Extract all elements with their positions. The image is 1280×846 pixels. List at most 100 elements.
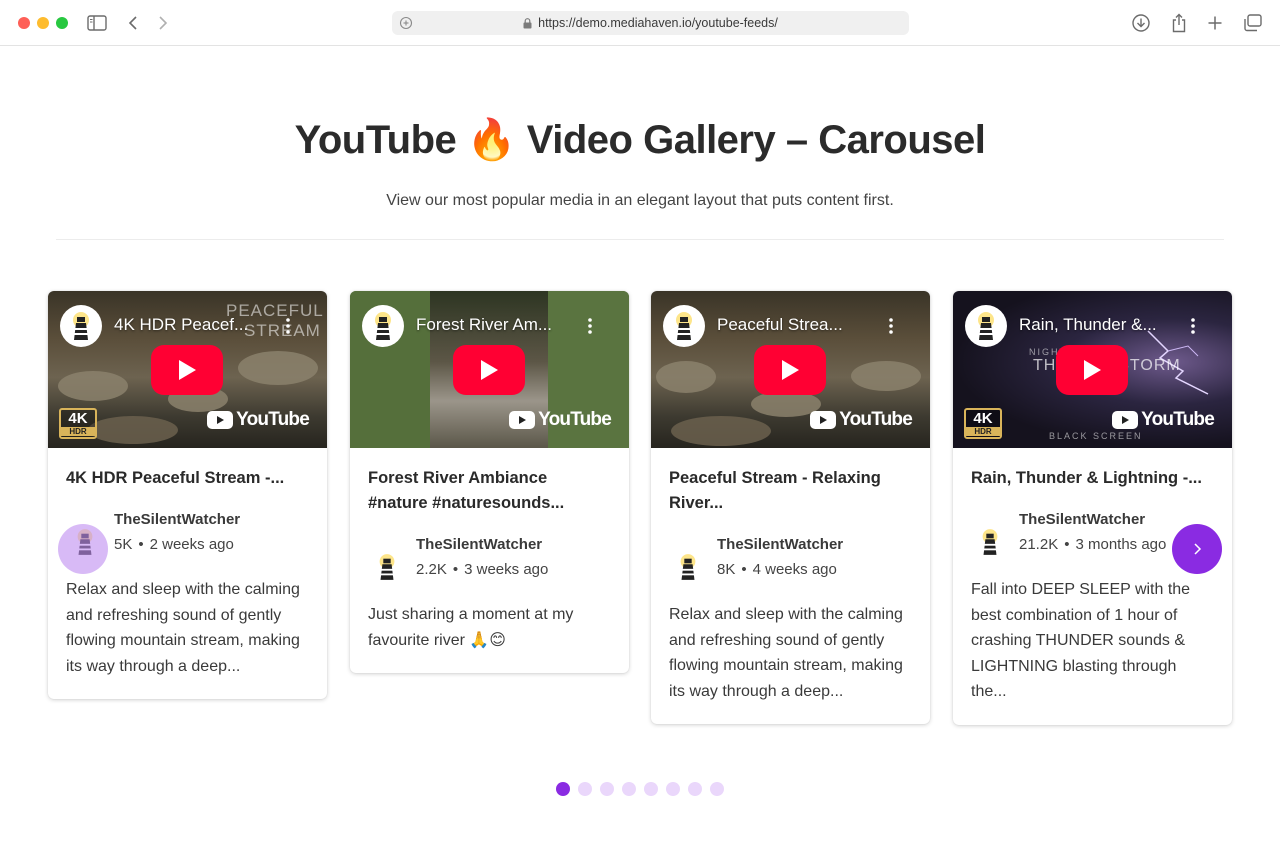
video-description: Relax and sleep with the calming and ref… (669, 606, 903, 700)
video-description: Relax and sleep with the calming and ref… (66, 581, 300, 675)
video-thumbnail[interactable]: NIGHTTIME THUNDERSTORM BLACK SCREEN Rain… (953, 291, 1232, 448)
thumbnail-title: 4K HDR Peacef... (114, 315, 249, 334)
view-count: 5K (114, 536, 133, 553)
back-icon[interactable] (122, 12, 144, 34)
youtube-play-icon (207, 411, 234, 429)
thumbnail-title: Forest River Am... (416, 315, 553, 334)
more-options-icon[interactable] (279, 315, 297, 337)
play-icon (179, 360, 196, 380)
video-thumbnail[interactable]: Forest River Am... YouTube (350, 291, 629, 448)
thumbnail-title: Rain, Thunder &... (1019, 315, 1157, 334)
video-description: Just sharing a moment at my favourite ri… (368, 606, 574, 649)
video-card[interactable]: Forest River Am... YouTube Forest River … (350, 291, 629, 673)
4k-hdr-badge: 4K HDR (59, 408, 97, 439)
pagination-dot[interactable] (600, 782, 614, 796)
lighthouse-icon (982, 529, 998, 555)
pagination-dot[interactable] (622, 782, 636, 796)
youtube-play-icon (810, 411, 837, 429)
close-window-button[interactable] (18, 17, 30, 29)
play-icon (481, 360, 498, 380)
youtube-play-icon (1112, 411, 1139, 429)
channel-name[interactable]: TheSilentWatcher (717, 536, 843, 553)
previous-slide-button[interactable] (58, 524, 108, 574)
share-icon[interactable] (1168, 12, 1190, 34)
pagination-dot[interactable] (578, 782, 592, 796)
download-icon[interactable] (1130, 12, 1152, 34)
lighthouse-icon (73, 312, 89, 340)
play-icon (1084, 360, 1101, 380)
youtube-logo[interactable]: YouTube (1112, 409, 1215, 431)
channel-avatar[interactable] (368, 548, 406, 586)
more-options-icon[interactable] (882, 315, 900, 337)
channel-avatar (965, 305, 1007, 347)
youtube-logo[interactable]: YouTube (509, 409, 612, 431)
lighthouse-icon (375, 312, 391, 340)
video-meta: 8K • 4 weeks ago (717, 561, 837, 578)
channel-name[interactable]: TheSilentWatcher (1019, 511, 1145, 528)
address-bar[interactable]: https://demo.mediahaven.io/youtube-feeds… (392, 11, 909, 35)
zoom-window-button[interactable] (56, 17, 68, 29)
channel-name[interactable]: TheSilentWatcher (114, 511, 240, 528)
pagination-dot[interactable] (556, 782, 570, 796)
new-tab-icon[interactable] (1204, 12, 1226, 34)
channel-avatar[interactable] (669, 548, 707, 586)
video-card[interactable]: NIGHTTIME THUNDERSTORM BLACK SCREEN Rain… (953, 291, 1232, 725)
video-title[interactable]: Rain, Thunder & Lightning -... (971, 466, 1214, 491)
thumbnail-title: Peaceful Strea... (717, 315, 843, 334)
section-divider (56, 239, 1224, 240)
youtube-logo[interactable]: YouTube (207, 409, 310, 431)
video-description: Fall into DEEP SLEEP with the best combi… (971, 581, 1191, 700)
channel-avatar (362, 305, 404, 347)
play-button[interactable] (1056, 345, 1128, 395)
next-slide-button[interactable] (1172, 524, 1222, 574)
upload-age: 4 weeks ago (752, 561, 837, 578)
upload-age: 3 months ago (1075, 536, 1167, 553)
pagination-dot[interactable] (666, 782, 680, 796)
page-subtitle: View our most popular media in an elegan… (386, 192, 894, 209)
lighthouse-icon (680, 554, 696, 580)
video-title[interactable]: Forest River Ambiance #nature #naturesou… (368, 466, 611, 516)
chevron-right-icon (1194, 543, 1202, 555)
video-title[interactable]: 4K HDR Peaceful Stream -... (66, 466, 309, 491)
video-meta: 21.2K • 3 months ago (1019, 536, 1167, 553)
video-card[interactable]: Peaceful Strea... YouTube Peaceful Strea… (651, 291, 930, 724)
tab-overview-icon[interactable] (1242, 12, 1264, 34)
sidebar-icon[interactable] (86, 12, 108, 34)
view-count: 21.2K (1019, 536, 1059, 553)
upload-age: 2 weeks ago (149, 536, 234, 553)
play-icon (782, 360, 799, 380)
browser-toolbar: https://demo.mediahaven.io/youtube-feeds… (0, 0, 1280, 46)
pagination-dot[interactable] (688, 782, 702, 796)
carousel-pagination (556, 782, 724, 796)
play-button[interactable] (754, 345, 826, 395)
more-options-icon[interactable] (581, 315, 599, 337)
youtube-play-icon (509, 411, 536, 429)
thumbnail-overlay-text: BLACK SCREEN (1049, 431, 1143, 441)
pagination-dot[interactable] (644, 782, 658, 796)
4k-hdr-badge: 4K HDR (964, 408, 1002, 439)
pagination-dot[interactable] (710, 782, 724, 796)
lighthouse-icon (379, 554, 395, 580)
upload-age: 3 weeks ago (464, 561, 549, 578)
view-count: 2.2K (416, 561, 447, 578)
channel-avatar (60, 305, 102, 347)
more-options-icon[interactable] (1184, 315, 1202, 337)
video-meta: 2.2K • 3 weeks ago (416, 561, 549, 578)
video-title[interactable]: Peaceful Stream - Relaxing River... (669, 466, 912, 516)
lighthouse-icon (676, 312, 692, 340)
channel-avatar (663, 305, 705, 347)
play-button[interactable] (151, 345, 223, 395)
play-button[interactable] (453, 345, 525, 395)
video-thumbnail[interactable]: PEACEFUL STREAM 4K HDR Peacef... 4K HDR Y… (48, 291, 327, 448)
lock-icon (523, 17, 532, 29)
channel-name[interactable]: TheSilentWatcher (416, 536, 542, 553)
video-card[interactable]: PEACEFUL STREAM 4K HDR Peacef... 4K HDR Y… (48, 291, 327, 699)
minimize-window-button[interactable] (37, 17, 49, 29)
youtube-logo[interactable]: YouTube (810, 409, 913, 431)
video-meta: 5K • 2 weeks ago (114, 536, 234, 553)
lighthouse-icon (978, 312, 994, 340)
page-title: YouTube 🔥 Video Gallery – Carousel (294, 118, 986, 162)
channel-avatar[interactable] (971, 523, 1009, 561)
forward-icon[interactable] (152, 12, 174, 34)
video-thumbnail[interactable]: Peaceful Strea... YouTube (651, 291, 930, 448)
